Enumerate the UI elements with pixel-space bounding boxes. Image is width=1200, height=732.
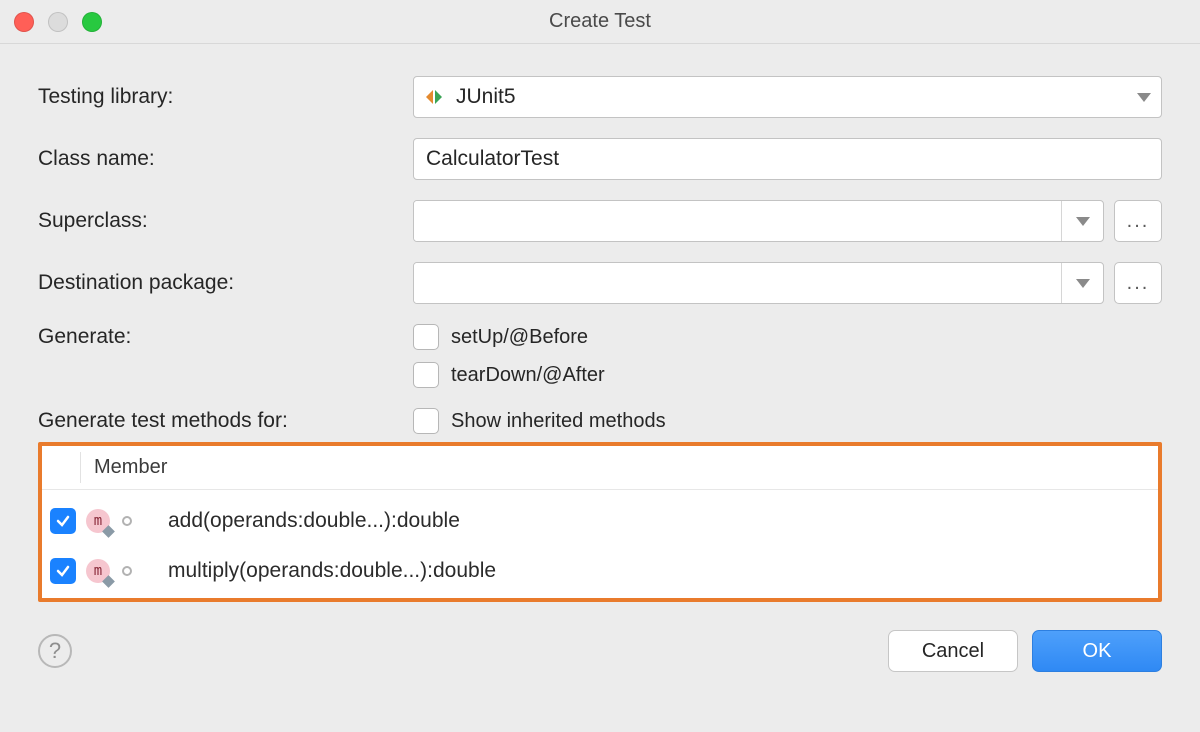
testing-library-select[interactable]: JUnit5 [413,76,1162,118]
member-table: Member madd(operands:double...):doublemm… [38,442,1162,602]
titlebar: Create Test [0,0,1200,44]
visibility-icon [122,566,132,576]
chevron-down-icon[interactable] [1061,263,1103,303]
window-controls [14,12,102,32]
minimize-window-button [48,12,68,32]
teardown-checkbox[interactable] [413,362,439,388]
junit-icon [424,87,444,107]
destination-package-label: Destination package: [38,271,413,295]
testing-library-value: JUnit5 [456,85,1127,109]
destination-package-combo[interactable] [413,262,1104,304]
show-inherited-label: Show inherited methods [451,410,666,433]
setup-checkbox[interactable] [413,324,439,350]
superclass-browse-button[interactable]: ... [1114,200,1162,242]
superclass-input[interactable] [414,201,1061,241]
class-name-input[interactable] [424,146,1151,172]
member-checkbox[interactable] [50,558,76,584]
generate-methods-label: Generate test methods for: [38,409,413,433]
close-window-button[interactable] [14,12,34,32]
member-checkbox[interactable] [50,508,76,534]
destination-package-input[interactable] [414,263,1061,303]
dialog-footer: ? Cancel OK [38,630,1162,672]
member-table-header: Member [42,446,1158,490]
generate-teardown-option[interactable]: tearDown/@After [413,362,605,388]
visibility-icon [122,516,132,526]
superclass-combo[interactable] [413,200,1104,242]
method-icon: m [86,559,110,583]
show-inherited-option[interactable]: Show inherited methods [413,408,666,434]
generate-setup-option[interactable]: setUp/@Before [413,324,588,350]
ok-button[interactable]: OK [1032,630,1162,672]
window-title: Create Test [0,10,1200,33]
maximize-window-button[interactable] [82,12,102,32]
member-signature: multiply(operands:double...):double [168,559,496,583]
table-row[interactable]: m multiply(operands:double...):double [42,546,1158,596]
member-signature: add(operands:double...):double [168,509,460,533]
generate-label: Generate: [38,325,413,349]
chevron-down-icon [1127,93,1161,102]
teardown-checkbox-label: tearDown/@After [451,364,605,387]
member-rows: m add(operands:double...):double m multiply… [42,490,1158,598]
class-name-label: Class name: [38,147,413,171]
cancel-button[interactable]: Cancel [888,630,1018,672]
help-button[interactable]: ? [38,634,72,668]
show-inherited-checkbox[interactable] [413,408,439,434]
table-row[interactable]: m add(operands:double...):double [42,496,1158,546]
destination-package-browse-button[interactable]: ... [1114,262,1162,304]
setup-checkbox-label: setUp/@Before [451,326,588,349]
superclass-label: Superclass: [38,209,413,233]
method-icon: m [86,509,110,533]
dialog-content: Testing library: JUnit5 Class name: [0,44,1200,690]
testing-library-label: Testing library: [38,85,413,109]
class-name-field-wrap [413,138,1162,180]
chevron-down-icon[interactable] [1061,201,1103,241]
